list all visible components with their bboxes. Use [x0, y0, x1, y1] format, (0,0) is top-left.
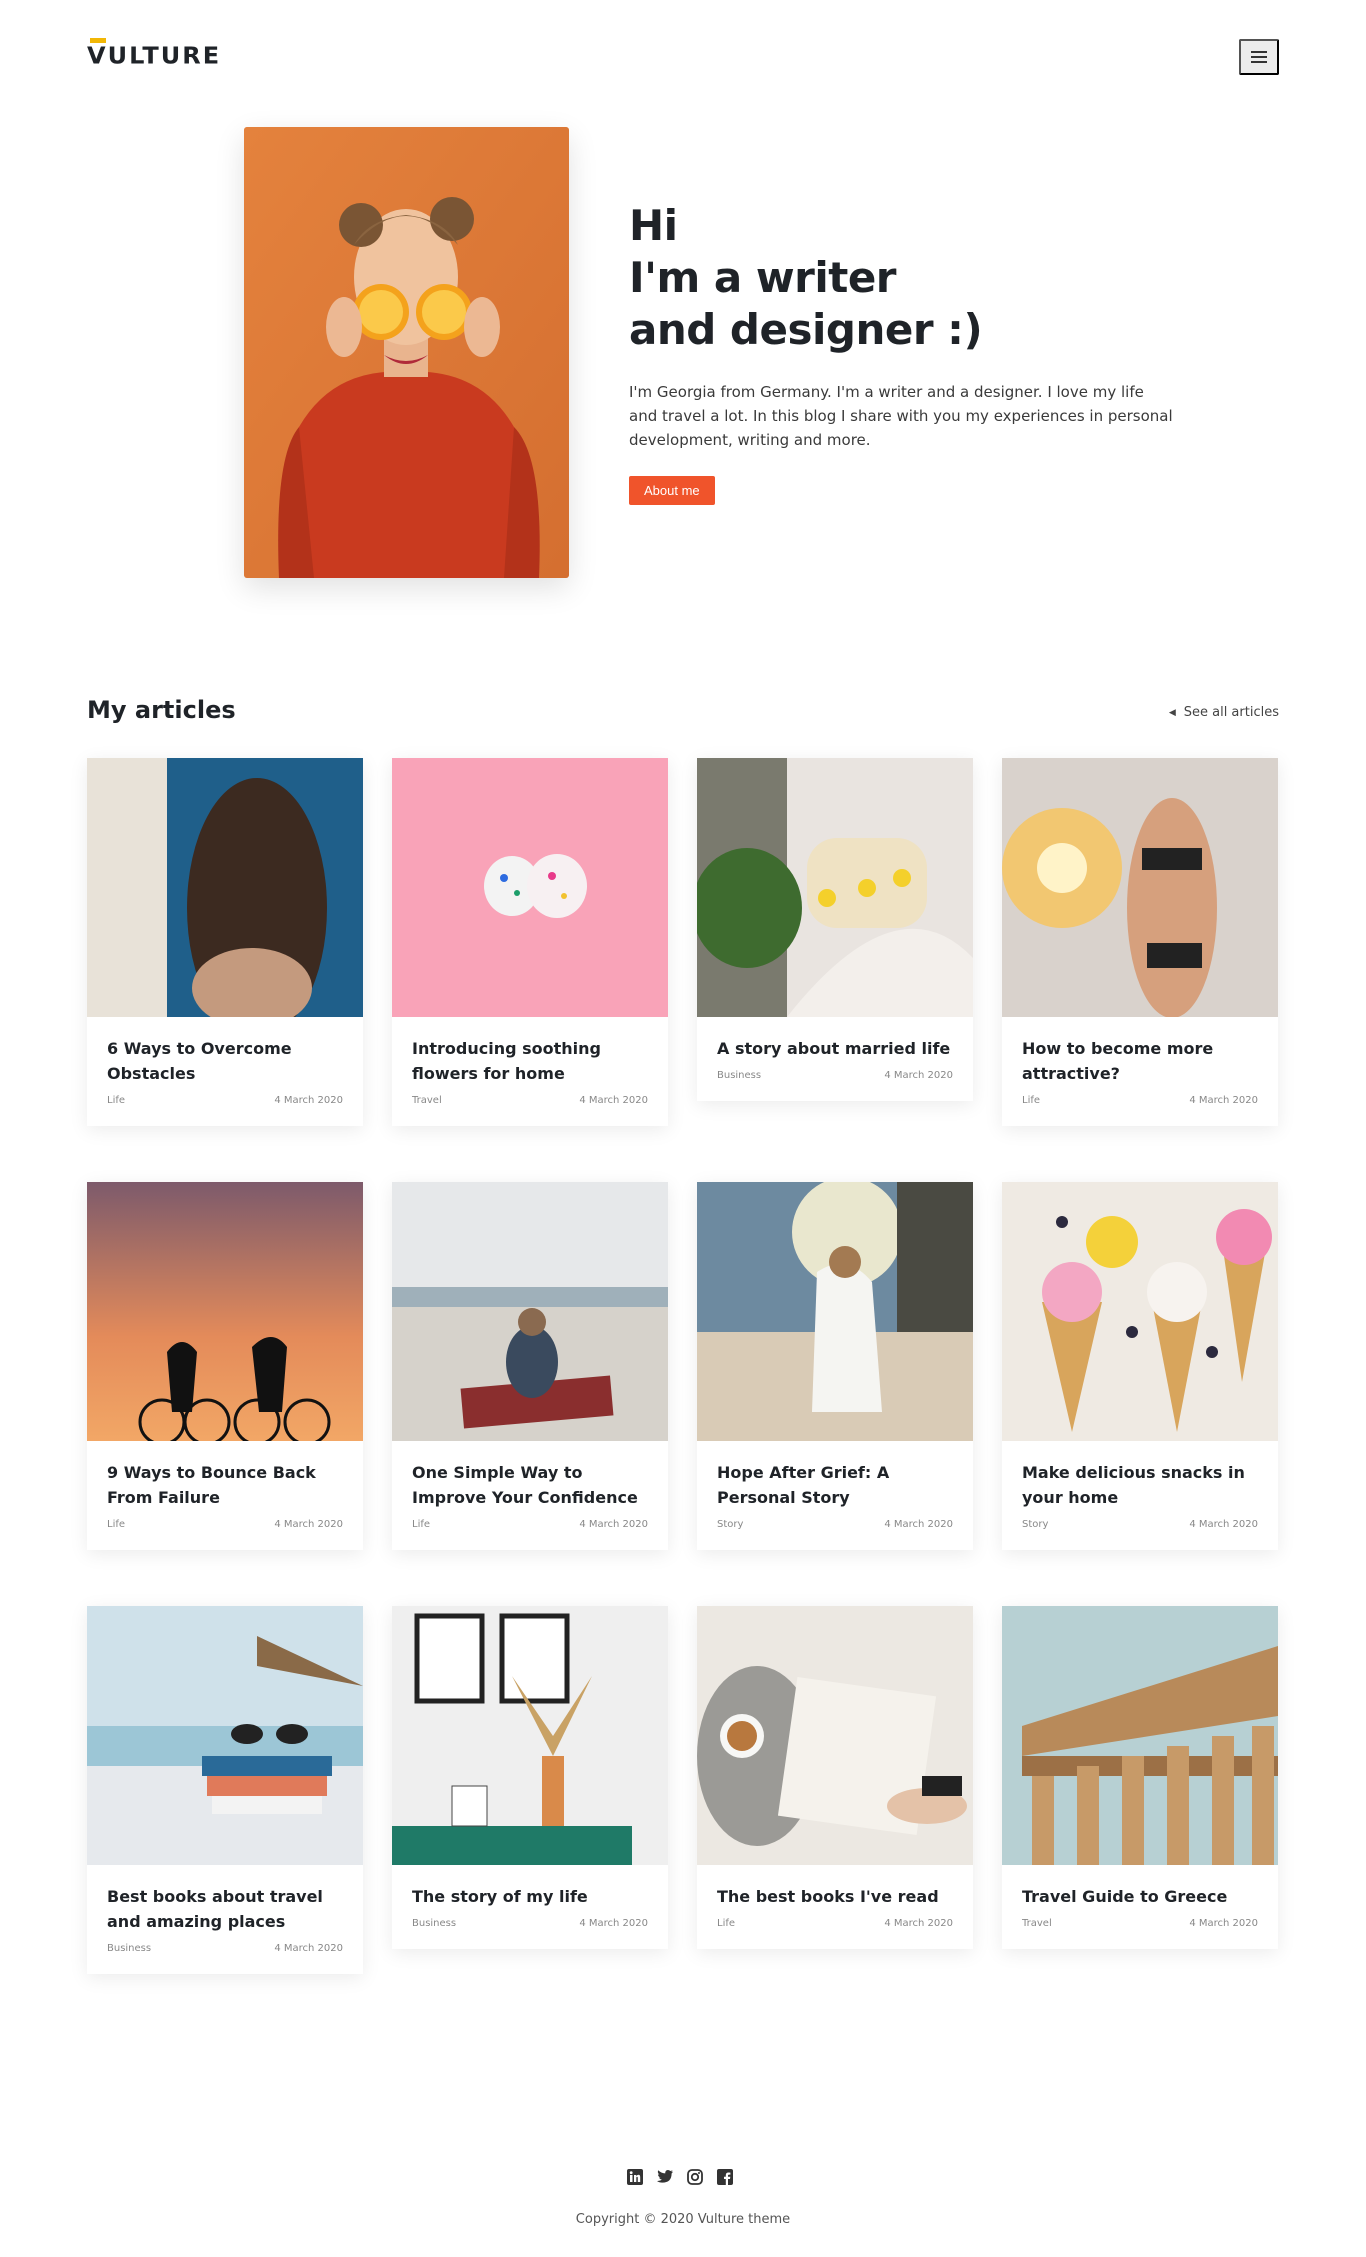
article-card[interactable]: 6 Ways to Overcome Obstacles Life 4 March… [87, 758, 363, 1126]
article-category[interactable]: Story [717, 1519, 743, 1530]
hero-heading: Hi I'm a writer and designer :) [629, 200, 1189, 356]
article-card[interactable]: A story about married life Business 4 Mar… [697, 758, 973, 1101]
site-header: VULTURE [87, 36, 1279, 76]
article-card[interactable]: 9 Ways to Bounce Back From Failure Life 4… [87, 1182, 363, 1550]
article-title[interactable]: The story of my life [412, 1884, 648, 1909]
article-date: 4 March 2020 [1189, 1095, 1258, 1106]
article-thumbnail[interactable] [1002, 758, 1278, 1017]
article-title[interactable]: Make delicious snacks in your home [1022, 1460, 1258, 1510]
site-logo[interactable]: VULTURE [87, 38, 221, 70]
article-title[interactable]: Hope After Grief: A Personal Story [717, 1460, 953, 1510]
article-title[interactable]: Travel Guide to Greece [1022, 1884, 1258, 1909]
article-title[interactable]: Introducing soothing flowers for home [412, 1036, 648, 1086]
article-thumbnail[interactable] [392, 758, 668, 1017]
article-thumbnail[interactable] [392, 1606, 668, 1865]
article-category[interactable]: Life [107, 1519, 125, 1530]
linkedin-icon[interactable] [626, 2168, 644, 2186]
section-title: My articles [87, 696, 236, 724]
article-card[interactable]: How to become more attractive? Life 4 Mar… [1002, 758, 1278, 1126]
article-date: 4 March 2020 [884, 1070, 953, 1081]
article-category[interactable]: Travel [412, 1095, 442, 1106]
article-card[interactable]: Best books about travel and amazing plac… [87, 1606, 363, 1974]
logo-text: VULTURE [87, 42, 222, 70]
hero-portrait-image [244, 127, 569, 578]
copyright-text: Copyright © 2020 Vulture theme [575, 2212, 791, 2227]
article-card[interactable]: Hope After Grief: A Personal Story Story… [697, 1182, 973, 1550]
about-me-button[interactable]: About me [629, 476, 715, 505]
article-thumbnail[interactable] [697, 1606, 973, 1865]
article-category[interactable]: Life [717, 1918, 735, 1929]
article-title[interactable]: A story about married life [717, 1036, 953, 1061]
article-date: 4 March 2020 [579, 1918, 648, 1929]
twitter-icon[interactable] [656, 2168, 674, 2186]
see-all-articles-link[interactable]: ◀ See all articles [1169, 705, 1279, 720]
social-links [626, 2168, 734, 2186]
article-category[interactable]: Life [107, 1095, 125, 1106]
article-card[interactable]: Travel Guide to Greece Travel 4 March 202… [1002, 1606, 1278, 1949]
article-thumbnail[interactable] [1002, 1182, 1278, 1441]
article-category[interactable]: Story [1022, 1519, 1048, 1530]
instagram-icon[interactable] [686, 2168, 704, 2186]
article-card[interactable]: Make delicious snacks in your home Story… [1002, 1182, 1278, 1550]
hero-text-block: Hi I'm a writer and designer :) I'm Geor… [629, 200, 1189, 505]
article-title[interactable]: 9 Ways to Bounce Back From Failure [107, 1460, 343, 1510]
article-date: 4 March 2020 [274, 1095, 343, 1106]
article-date: 4 March 2020 [884, 1918, 953, 1929]
article-thumbnail[interactable] [697, 1182, 973, 1441]
article-card[interactable]: The story of my life Business 4 March 202… [392, 1606, 668, 1949]
facebook-icon[interactable] [716, 2168, 734, 2186]
article-category[interactable]: Business [717, 1070, 761, 1081]
article-category[interactable]: Travel [1022, 1918, 1052, 1929]
article-date: 4 March 2020 [1189, 1519, 1258, 1530]
article-date: 4 March 2020 [579, 1095, 648, 1106]
article-thumbnail[interactable] [87, 758, 363, 1017]
hero-heading-line: Hi [629, 201, 678, 250]
article-thumbnail[interactable] [87, 1606, 363, 1865]
article-title[interactable]: 6 Ways to Overcome Obstacles [107, 1036, 343, 1086]
article-date: 4 March 2020 [274, 1943, 343, 1954]
hero-heading-line: I'm a writer [629, 253, 897, 302]
article-thumbnail[interactable] [392, 1182, 668, 1441]
article-date: 4 March 2020 [579, 1519, 648, 1530]
hamburger-menu-icon[interactable] [1239, 39, 1279, 75]
article-title[interactable]: How to become more attractive? [1022, 1036, 1258, 1086]
article-card[interactable]: One Simple Way to Improve Your Confidenc… [392, 1182, 668, 1550]
article-thumbnail[interactable] [87, 1182, 363, 1441]
article-title[interactable]: The best books I've read [717, 1884, 953, 1909]
hero-heading-line: and designer :) [629, 305, 983, 354]
article-category[interactable]: Life [1022, 1095, 1040, 1106]
see-all-label: See all articles [1183, 705, 1279, 720]
hero-description: I'm Georgia from Germany. I'm a writer a… [629, 383, 1173, 449]
article-category[interactable]: Business [107, 1943, 151, 1954]
chevron-left-icon: ◀ [1168, 707, 1176, 718]
article-category[interactable]: Business [412, 1918, 456, 1929]
article-title[interactable]: One Simple Way to Improve Your Confidenc… [412, 1460, 648, 1510]
article-category[interactable]: Life [412, 1519, 430, 1530]
article-date: 4 March 2020 [1189, 1918, 1258, 1929]
article-thumbnail[interactable] [697, 758, 973, 1017]
article-thumbnail[interactable] [1002, 1606, 1278, 1865]
article-title[interactable]: Best books about travel and amazing plac… [107, 1884, 343, 1934]
article-card[interactable]: The best books I've read Life 4 March 202… [697, 1606, 973, 1949]
article-date: 4 March 2020 [274, 1519, 343, 1530]
article-date: 4 March 2020 [884, 1519, 953, 1530]
article-card[interactable]: Introducing soothing flowers for home Tr… [392, 758, 668, 1126]
